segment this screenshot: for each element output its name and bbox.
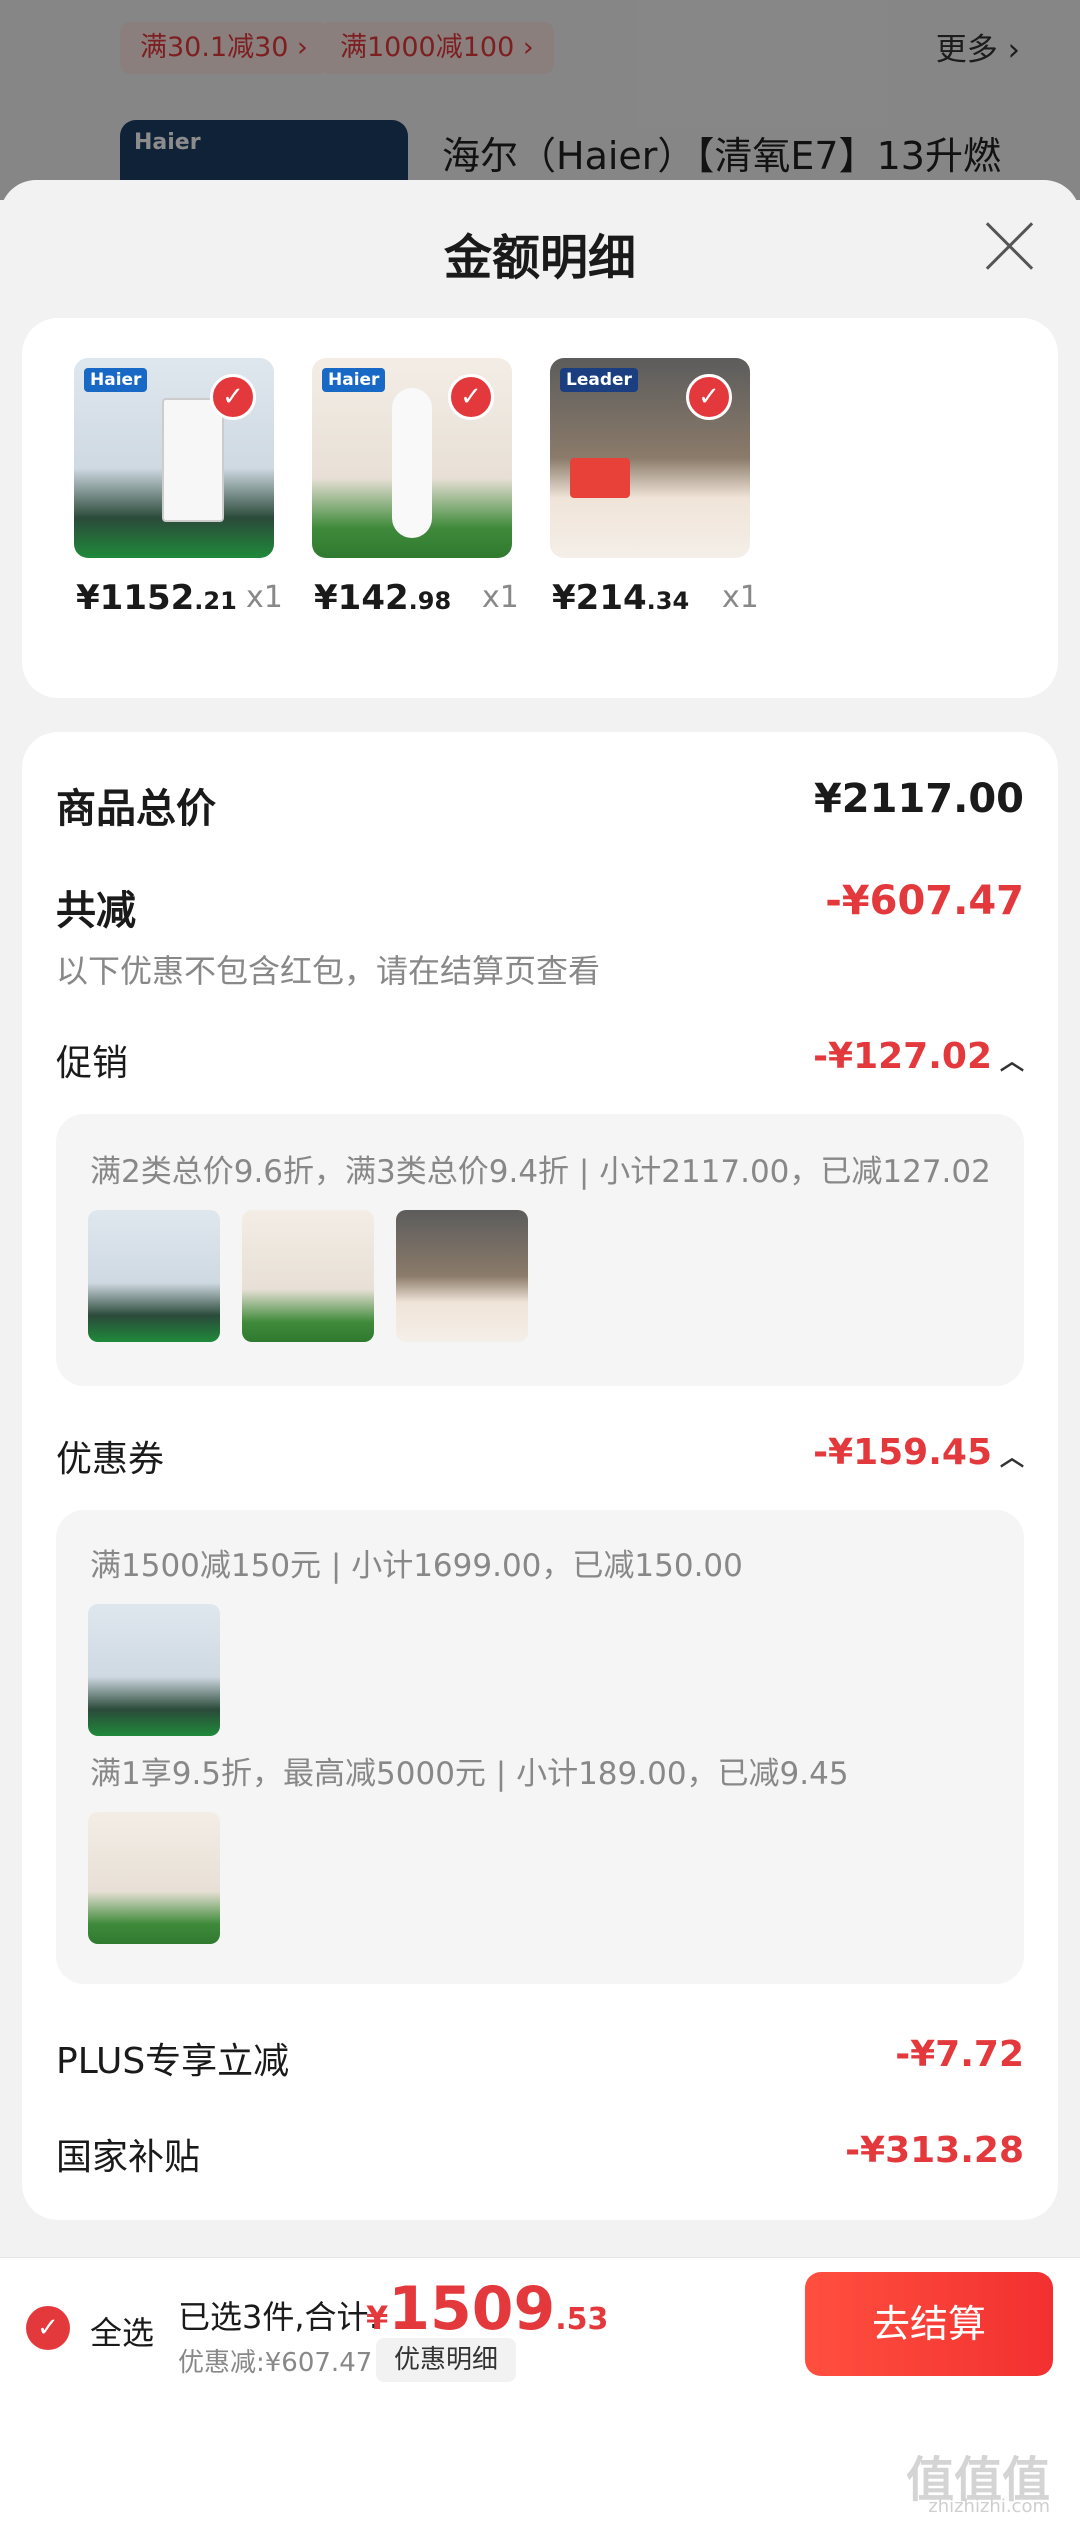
product-price: ¥1152.21 [76, 578, 237, 618]
product-qty: x1 [722, 580, 759, 615]
total-price: ¥1509.53 [366, 2274, 609, 2344]
sheet-title: 金额明细 [443, 230, 636, 286]
coupon-toggle[interactable]: -¥159.45 ︿ [813, 1432, 1024, 1473]
brand-logo: Haier [322, 368, 386, 392]
coupon-value: -¥159.45 [813, 1432, 992, 1473]
coupon-detail-text: 满1500减150元 | 小计1699.00，已减150.00 [90, 1548, 743, 1584]
product-thumbnail [88, 1812, 220, 1944]
products-card: Haier ✓ ¥1152.21 x1 Haier ✓ ¥142.98 x1 L… [22, 318, 1058, 698]
coupon-label: 优惠券 [56, 1439, 165, 1480]
product-item[interactable]: Haier ✓ [74, 358, 274, 558]
product-price: ¥214.34 [552, 578, 690, 618]
subsidy-value: -¥313.28 [845, 2130, 1024, 2171]
summary-card: 商品总价 ¥2117.00 共减 -¥607.47 以下优惠不包含红包，请在结算… [22, 732, 1058, 2220]
checked-icon[interactable]: ✓ [210, 374, 256, 420]
checked-icon[interactable]: ✓ [686, 374, 732, 420]
close-icon[interactable] [982, 218, 1038, 274]
plus-label: PLUS专享立减 [56, 2041, 290, 2082]
discount-note: 以下优惠不包含红包，请在结算页查看 [56, 952, 601, 990]
product-qty: x1 [482, 580, 519, 615]
product-item[interactable]: Haier ✓ [312, 358, 512, 558]
coupon-detail-box: 满1500减150元 | 小计1699.00，已减150.00 满1享9.5折，… [56, 1510, 1024, 1984]
product-image[interactable]: Leader ✓ [550, 358, 750, 558]
amount-detail-sheet: 金额明细 Haier ✓ ¥1152.21 x1 Haier ✓ ¥142.98… [0, 180, 1080, 2521]
saved-amount: 优惠减:¥607.47 [178, 2348, 373, 2378]
product-item[interactable]: Leader ✓ [550, 358, 750, 558]
product-thumbnail [242, 1210, 374, 1342]
plus-value: -¥7.72 [895, 2034, 1024, 2075]
product-image[interactable]: Haier ✓ [312, 358, 512, 558]
discount-detail-button[interactable]: 优惠明细 [376, 2338, 517, 2382]
promo-value: -¥127.02 [813, 1036, 992, 1077]
select-all-checkbox[interactable]: ✓ [26, 2306, 70, 2350]
discount-label: 共减 [56, 888, 136, 934]
chevron-up-icon[interactable]: ︿ [1000, 1437, 1024, 1472]
checkout-button[interactable]: 去结算 [805, 2272, 1053, 2376]
promo-detail-text: 满2类总价9.6折，满3类总价9.4折 | 小计2117.00，已减127.02 [90, 1154, 991, 1190]
chevron-up-icon[interactable]: ︿ [1000, 1041, 1024, 1076]
goods-total-value: ¥2117.00 [813, 776, 1024, 822]
checkout-bar: ✓ 全选 已选3件,合计: ¥1509.53 优惠减:¥607.47 优惠明细 … [0, 2257, 1080, 2394]
checked-icon[interactable]: ✓ [448, 374, 494, 420]
product-thumbnail [88, 1604, 220, 1736]
coupon-detail-text: 满1享9.5折，最高减5000元 | 小计189.00，已减9.45 [90, 1756, 849, 1792]
product-thumbnail [396, 1210, 528, 1342]
brand-logo: Leader [560, 368, 638, 392]
discount-value: -¥607.47 [825, 878, 1024, 924]
select-all-label[interactable]: 全选 [90, 2308, 154, 2354]
promo-label: 促销 [56, 1043, 129, 1084]
product-qty: x1 [246, 580, 283, 615]
subsidy-label: 国家补贴 [56, 2137, 201, 2178]
promo-detail-box: 满2类总价9.6折，满3类总价9.4折 | 小计2117.00，已减127.02 [56, 1114, 1024, 1386]
overlay-dim[interactable] [0, 0, 1080, 200]
brand-logo: Haier [84, 368, 148, 392]
goods-total-label: 商品总价 [56, 786, 216, 832]
watermark-url: zhizhizhi.com [928, 2496, 1050, 2517]
product-thumbnail [88, 1210, 220, 1342]
promo-toggle[interactable]: -¥127.02 ︿ [813, 1036, 1024, 1077]
selected-count: 已选3件,合计: [178, 2298, 380, 2336]
product-image[interactable]: Haier ✓ [74, 358, 274, 558]
product-price: ¥142.98 [314, 578, 452, 618]
